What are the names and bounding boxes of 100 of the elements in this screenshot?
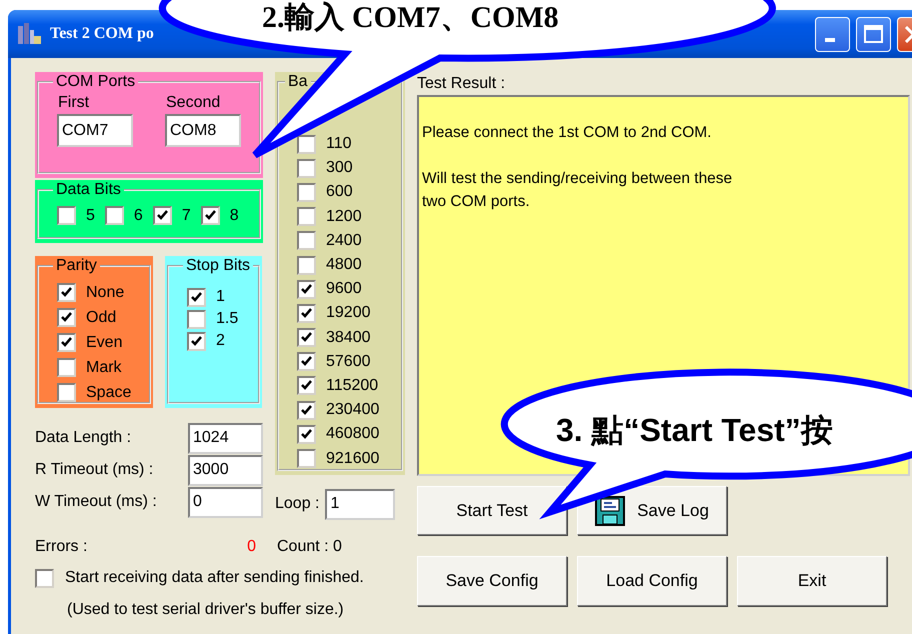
checkbox[interactable]	[297, 231, 316, 250]
checkmark-icon	[190, 334, 203, 348]
checkmark-icon	[300, 355, 313, 368]
count-text: Count : 0	[276, 538, 343, 556]
maximize-icon	[864, 25, 883, 43]
checkbox[interactable]	[297, 400, 316, 420]
group-label: Data Bits	[55, 180, 122, 200]
option-label: 230400	[326, 401, 380, 420]
option-label: Even	[86, 334, 122, 352]
checkbox[interactable]	[57, 333, 76, 352]
checkbox[interactable]	[297, 424, 316, 444]
checkbox[interactable]	[187, 332, 206, 350]
checkbox[interactable]	[297, 134, 316, 154]
option-label: 19200	[326, 304, 370, 322]
buildings-icon	[16, 22, 42, 46]
option-label: 2400	[326, 232, 362, 250]
field-label: Test Result :	[417, 74, 506, 94]
option-label: 6	[134, 206, 143, 224]
window-title: Test 2 COM po	[50, 25, 154, 43]
checkmark-icon	[300, 282, 313, 296]
config-button[interactable]: Save Config	[417, 556, 567, 606]
option-label: 115200	[326, 376, 378, 395]
field-label: Data Length :	[35, 429, 132, 447]
result-text: two COM ports.	[422, 192, 531, 212]
minimize-button[interactable]	[815, 16, 850, 52]
checkmark-icon	[300, 306, 313, 320]
group-label: Ba	[287, 72, 309, 92]
checkbox[interactable]	[57, 358, 76, 377]
checkbox[interactable]	[297, 328, 316, 348]
checkbox[interactable]	[57, 206, 76, 225]
option-label: 300	[326, 159, 353, 178]
checkmark-icon	[156, 209, 169, 222]
checkbox[interactable]	[35, 568, 54, 588]
input-field[interactable]: 1024	[188, 422, 263, 454]
checkmark-icon	[300, 379, 313, 392]
option-label: 110	[326, 135, 352, 154]
option-label: 8	[230, 206, 239, 224]
checkbox[interactable]	[297, 182, 316, 202]
field-label: W Timeout (ms) :	[35, 493, 157, 511]
result-text: Will test the sending/receiving between these	[422, 169, 734, 189]
option-label: 1200	[326, 208, 362, 226]
maximize-button[interactable]	[856, 16, 891, 52]
option-label: 9600	[326, 280, 362, 298]
checkmark-icon	[300, 428, 313, 441]
checkbox[interactable]	[297, 256, 316, 275]
errors-label: Errors :	[35, 538, 88, 556]
option-label: Odd	[86, 308, 116, 326]
option-label: 4800	[326, 256, 362, 274]
checkbox[interactable]	[187, 288, 206, 306]
checkmark-icon	[60, 286, 73, 299]
minimize-icon	[824, 38, 834, 42]
action-button[interactable]: Start Test	[417, 486, 567, 535]
checkbox[interactable]	[297, 158, 316, 178]
option-label: 57600	[326, 352, 370, 371]
group-label: Parity	[55, 256, 98, 276]
checkbox[interactable]	[297, 352, 316, 372]
checkbox[interactable]	[297, 304, 316, 323]
checkbox[interactable]	[200, 206, 220, 225]
input-field[interactable]: 0	[188, 486, 263, 518]
option-label: Mark	[86, 358, 122, 376]
group-label: COM Ports	[55, 72, 136, 92]
option-label: 2	[216, 332, 225, 350]
option-label: None	[86, 284, 124, 302]
field-label: Second	[166, 93, 222, 113]
checkbox[interactable]	[297, 449, 316, 468]
option-label: 7	[182, 206, 191, 224]
checkmark-icon	[300, 331, 313, 344]
checkmark-icon	[300, 404, 313, 417]
option-label: 1.5	[216, 310, 238, 328]
option-label: 921600	[326, 450, 380, 468]
input-field[interactable]: 3000	[188, 454, 263, 486]
checkbox[interactable]	[187, 310, 206, 328]
checkbox[interactable]	[57, 308, 76, 327]
input-field[interactable]: 1	[325, 488, 396, 520]
checkbox[interactable]	[297, 207, 316, 226]
config-button[interactable]: Load Config	[577, 556, 727, 606]
option-label: 38400	[326, 328, 370, 347]
checkbox[interactable]	[104, 206, 124, 225]
checkbox[interactable]	[57, 283, 76, 302]
option-label: 600	[326, 183, 353, 202]
checkbox[interactable]	[297, 280, 316, 299]
checkmark-icon	[60, 311, 73, 324]
checkmark-icon	[190, 290, 203, 304]
result-text: Please connect the 1st COM to 2nd COM.	[422, 123, 712, 143]
option-label: Space	[86, 384, 132, 402]
checkbox[interactable]	[297, 376, 316, 396]
checkbox[interactable]	[57, 383, 76, 402]
errors-value: 0	[247, 538, 256, 556]
input-field[interactable]: COM7	[57, 114, 133, 147]
option-label: Start receiving data after sending finished.	[65, 569, 364, 587]
callout-text: 2.輸入 COM7、COM8	[262, 0, 559, 36]
input-field[interactable]: COM8	[165, 114, 241, 147]
config-button[interactable]: Exit	[737, 556, 887, 606]
field-label: Loop :	[275, 495, 320, 513]
option-label: 1	[216, 288, 225, 306]
checkmark-icon	[60, 336, 73, 349]
checkbox[interactable]	[152, 206, 172, 225]
option-label: 5	[86, 206, 95, 224]
checkmark-icon	[204, 209, 217, 222]
group-label: Stop Bits	[185, 256, 252, 276]
